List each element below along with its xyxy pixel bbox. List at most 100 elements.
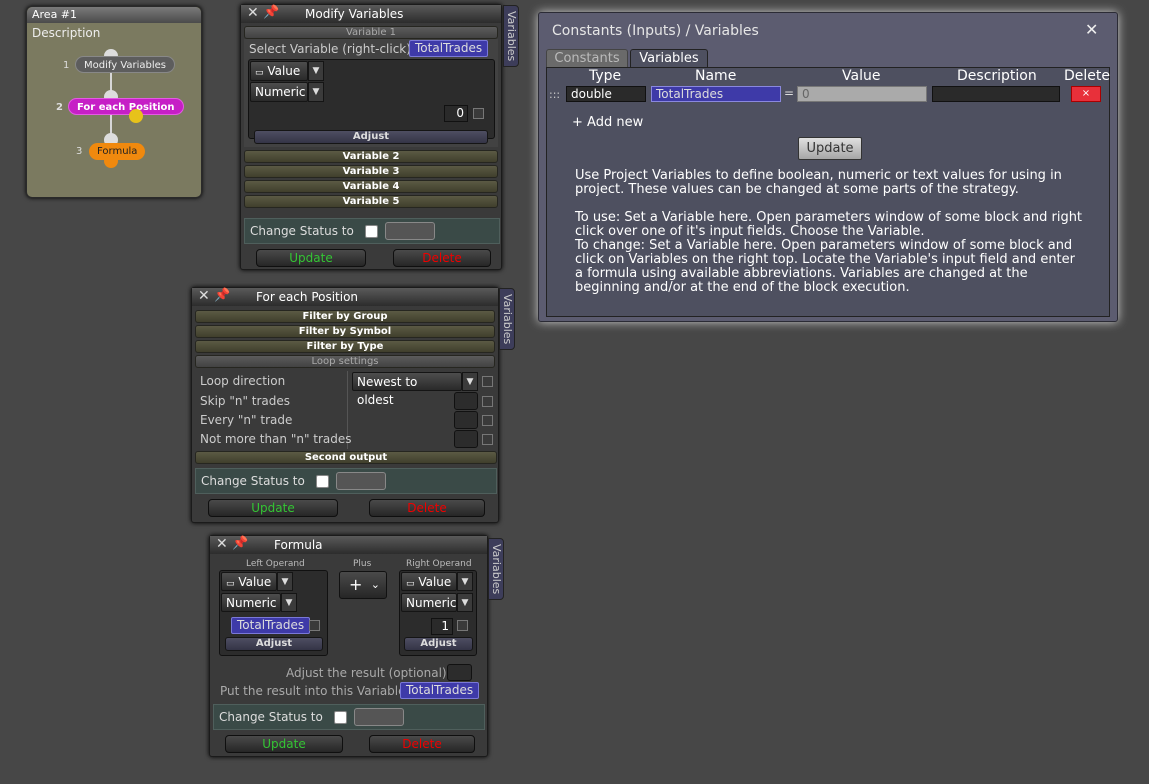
flow-node-for-each-position[interactable]: 2 For each Position — [56, 98, 184, 115]
help-paragraph-intro: Use Project Variables to define boolean,… — [575, 168, 1062, 197]
value-icon: ▭ — [255, 68, 264, 78]
selected-variable-tag[interactable]: TotalTrades — [409, 40, 489, 57]
add-new-button[interactable]: + Add new — [572, 115, 643, 130]
right-type-select[interactable]: Numeric ▼ — [401, 593, 473, 612]
variable-1-section[interactable]: Variable 1 — [244, 26, 498, 39]
delete-button[interactable]: Delete — [393, 249, 491, 267]
filter-by-symbol-section[interactable]: Filter by Symbol — [195, 325, 495, 338]
left-type-select[interactable]: Numeric ▼ — [221, 593, 297, 612]
right-adjust-button[interactable]: Adjust — [404, 637, 473, 651]
select-variable-label: Select Variable (right-click) — [249, 42, 411, 56]
loop-direction-checkbox[interactable] — [482, 376, 493, 387]
help-paragraph-change: To change: Set a Variable here. Open par… — [575, 238, 1075, 295]
filter-by-group-section[interactable]: Filter by Group — [195, 310, 495, 323]
not-more-than-n-trades-input[interactable] — [454, 430, 478, 448]
column-name: Name — [695, 68, 737, 84]
every-n-trade-input[interactable] — [454, 411, 478, 429]
variable-type-select[interactable]: double — [566, 86, 646, 102]
operator-label: Plus — [353, 559, 372, 569]
for-each-position-window[interactable]: ✕ 📌 For each Position Filter by Group Fi… — [191, 287, 499, 523]
chevron-down-icon: ⌄ — [370, 578, 380, 591]
pin-icon[interactable]: 📌 — [232, 535, 248, 553]
close-icon[interactable]: ✕ — [1085, 20, 1098, 39]
source-type-select[interactable]: ▭ Value ▼ — [250, 61, 324, 81]
pin-icon[interactable]: 📌 — [214, 287, 230, 305]
variable-5-section[interactable]: Variable 5 — [244, 195, 498, 208]
formula-window[interactable]: ✕ 📌 Formula Left Operand Plus Right Oper… — [209, 535, 488, 757]
delete-button[interactable]: Delete — [369, 499, 485, 517]
change-status-checkbox[interactable] — [365, 225, 378, 238]
left-source-select[interactable]: ▭ Value ▼ — [221, 572, 293, 591]
variable-2-section[interactable]: Variable 2 — [244, 150, 498, 163]
variable-value-input[interactable]: 0 — [797, 86, 927, 102]
loop-direction-label: Loop direction — [200, 374, 286, 388]
change-status-checkbox[interactable] — [334, 711, 347, 724]
status-color-picker[interactable] — [385, 222, 435, 240]
source-type-text: Value — [267, 64, 301, 78]
column-description: Description — [957, 68, 1037, 84]
node-output-dot[interactable] — [104, 154, 118, 168]
modify-variables-window[interactable]: ✕ 📌 Modify Variables Variable 1 Select V… — [240, 4, 502, 270]
adjust-result-input[interactable] — [447, 664, 472, 681]
window-header[interactable]: ✕ 📌 For each Position — [192, 288, 498, 306]
area-panel[interactable]: Area #1 Description 1 Modify Variables 2… — [26, 6, 202, 198]
status-color-picker[interactable] — [354, 708, 404, 726]
variable-4-section[interactable]: Variable 4 — [244, 180, 498, 193]
update-button[interactable]: Update — [798, 137, 862, 160]
area-description[interactable]: Description — [32, 26, 100, 40]
left-value-variable-tag[interactable]: TotalTrades — [231, 617, 311, 634]
operator-select[interactable]: + ⌄ — [339, 571, 387, 599]
window-title: Modify Variables — [305, 7, 404, 21]
value-checkbox[interactable] — [473, 108, 484, 119]
node-label: Modify Variables — [84, 60, 167, 71]
update-button[interactable]: Update — [225, 735, 343, 753]
update-button[interactable]: Update — [256, 249, 366, 267]
skip-n-trades-input[interactable] — [454, 392, 478, 410]
flow-node-modify-variables[interactable]: 1 Modify Variables — [63, 56, 176, 73]
second-output-dot[interactable] — [129, 109, 143, 123]
variable-name-input[interactable]: TotalTrades — [651, 86, 781, 102]
tab-constants[interactable]: Constants — [546, 49, 628, 68]
right-source-select[interactable]: ▭ Value ▼ — [401, 572, 473, 591]
variables-side-tab[interactable]: Variables — [488, 538, 504, 600]
adjust-button[interactable]: Adjust — [254, 130, 488, 144]
change-status-checkbox[interactable] — [316, 475, 329, 488]
right-value-checkbox[interactable] — [457, 620, 468, 631]
left-type-text: Numeric — [221, 593, 281, 612]
left-adjust-button[interactable]: Adjust — [225, 637, 323, 651]
chevron-down-icon: ▼ — [457, 572, 473, 591]
value-type-select[interactable]: Numeric ▼ — [250, 82, 324, 102]
variables-side-tab[interactable]: Variables — [499, 288, 515, 350]
second-output-section[interactable]: Second output — [195, 451, 497, 464]
value-input[interactable]: 0 — [444, 105, 468, 122]
right-value-input[interactable]: 1 — [431, 618, 453, 635]
not-more-than-n-trades-label: Not more than "n" trades — [200, 432, 352, 446]
panel-title: Constants (Inputs) / Variables — [552, 23, 759, 39]
every-n-trade-checkbox[interactable] — [482, 415, 493, 426]
delete-button[interactable]: Delete — [369, 735, 475, 753]
change-status-label: Change Status to — [219, 710, 323, 724]
delete-variable-button[interactable]: × — [1071, 86, 1101, 102]
constants-variables-panel[interactable]: Constants (Inputs) / Variables ✕ Constan… — [538, 12, 1118, 322]
node-number: 2 — [56, 102, 63, 113]
close-icon[interactable]: ✕ — [198, 287, 210, 305]
close-icon[interactable]: ✕ — [247, 4, 259, 22]
close-icon[interactable]: ✕ — [216, 535, 228, 553]
window-header[interactable]: ✕ 📌 Formula — [210, 536, 487, 554]
variables-side-tab[interactable]: Variables — [503, 5, 519, 67]
variable-3-section[interactable]: Variable 3 — [244, 165, 498, 178]
operator-symbol: + — [349, 575, 363, 594]
pin-icon[interactable]: 📌 — [263, 4, 279, 22]
left-value-checkbox[interactable] — [309, 620, 320, 631]
update-button[interactable]: Update — [208, 499, 338, 517]
not-more-than-n-trades-checkbox[interactable] — [482, 434, 493, 445]
result-variable-tag[interactable]: TotalTrades — [400, 682, 480, 699]
status-color-picker[interactable] — [336, 472, 386, 490]
window-header[interactable]: ✕ 📌 Modify Variables — [241, 5, 501, 23]
variable-description-input[interactable] — [932, 86, 1060, 102]
loop-settings-section[interactable]: Loop settings — [195, 355, 495, 368]
skip-n-trades-checkbox[interactable] — [482, 396, 493, 407]
drag-handle-icon[interactable]: ::: — [549, 88, 560, 101]
filter-by-type-section[interactable]: Filter by Type — [195, 340, 495, 353]
tab-variables[interactable]: Variables — [630, 49, 708, 68]
